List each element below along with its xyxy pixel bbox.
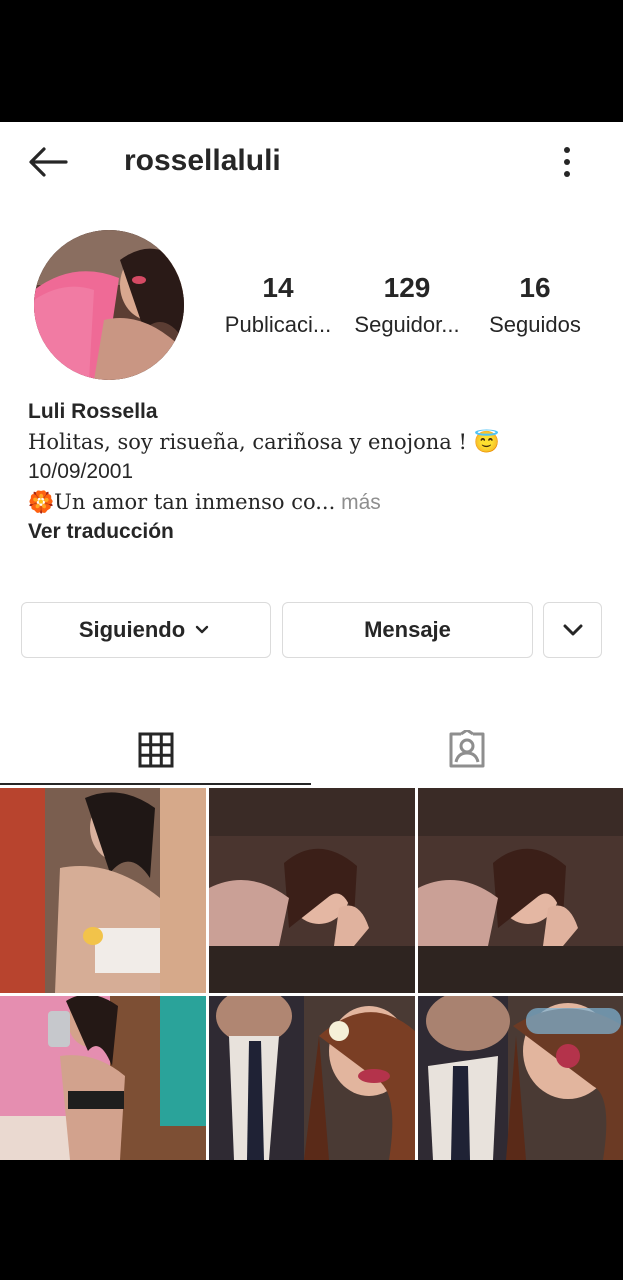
posts-label: Publicaci... <box>224 312 332 337</box>
tab-tagged[interactable] <box>311 717 623 783</box>
following-label: Siguiendo <box>78 617 186 642</box>
bio-date: 10/09/2001 <box>28 460 134 483</box>
more-vertical-icon <box>564 147 570 177</box>
bio-line-2-text: 🏵️Un amor tan inmenso co... <box>28 490 336 514</box>
stat-posts[interactable]: 14 Publicaci... <box>208 272 348 338</box>
post-thumbnail[interactable] <box>209 996 415 1160</box>
message-label: Mensaje <box>364 617 451 642</box>
post-thumbnail[interactable] <box>418 788 623 993</box>
more-options-button[interactable] <box>552 142 582 182</box>
profile-stats: 14 Publicaci... 129 Seguidor... 16 Segui… <box>210 272 610 352</box>
profile-header: rossellaluli <box>0 122 623 202</box>
display-name: Luli Rossella <box>28 400 158 423</box>
navigation-bar-area <box>0 1160 623 1280</box>
arrow-left-icon <box>29 147 68 177</box>
stat-followers[interactable]: 129 Seguidor... <box>337 272 477 338</box>
chevron-down-icon <box>195 625 209 634</box>
following-label: Seguidos <box>489 312 581 337</box>
posts-grid <box>0 788 623 1160</box>
followers-label: Seguidor... <box>354 312 460 337</box>
post-thumbnail[interactable] <box>0 788 206 993</box>
profile-tabs <box>0 717 623 787</box>
profile-username: rossellaluli <box>124 144 281 177</box>
tab-posts-grid[interactable] <box>0 717 311 783</box>
followers-count: 129 <box>383 272 431 303</box>
posts-count: 14 <box>262 272 294 303</box>
bio-line-2: 🏵️Un amor tan inmenso co... más <box>28 490 608 515</box>
status-bar-area <box>0 0 623 122</box>
active-tab-indicator <box>0 783 311 785</box>
message-button[interactable]: Mensaje <box>282 602 533 658</box>
see-translation-link[interactable]: Ver traducción <box>28 520 608 544</box>
stat-following[interactable]: 16 Seguidos <box>465 272 605 338</box>
profile-bio: Luli Rossella Holitas, soy risueña, cari… <box>28 400 608 544</box>
profile-avatar[interactable] <box>34 230 184 380</box>
suggested-accounts-button[interactable] <box>543 602 602 658</box>
tagged-user-icon <box>449 730 485 768</box>
post-thumbnail[interactable] <box>209 788 415 993</box>
back-button[interactable] <box>26 142 70 182</box>
profile-screen: rossellaluli 14 Publicaci... 129 Seguido… <box>0 122 623 1160</box>
grid-icon <box>138 732 173 768</box>
bio-more-link[interactable]: más <box>335 491 381 514</box>
bio-line-1: Holitas, soy risueña, cariñosa y enojona… <box>28 430 500 454</box>
chevron-down-icon <box>563 624 582 636</box>
post-thumbnail[interactable] <box>0 996 206 1160</box>
following-button[interactable]: Siguiendo <box>21 602 271 658</box>
post-thumbnail[interactable] <box>418 996 623 1160</box>
following-count: 16 <box>519 272 551 303</box>
